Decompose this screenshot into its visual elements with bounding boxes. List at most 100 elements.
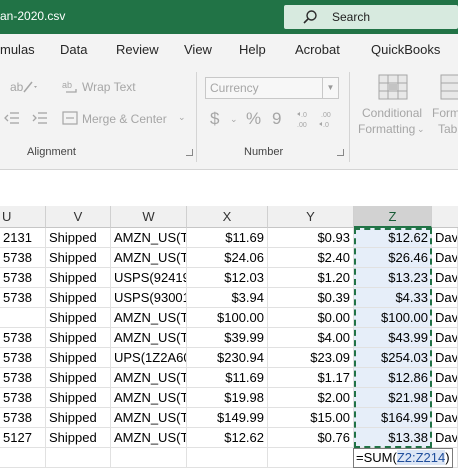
cell-v[interactable]: Shipped	[46, 288, 111, 308]
wrap-text-button[interactable]: Wrap Text	[82, 80, 136, 94]
cell-v[interactable]: Shipped	[46, 328, 111, 348]
cell-x[interactable]: $11.69	[187, 368, 268, 388]
cell-x[interactable]: $149.99	[187, 408, 268, 428]
cell-v[interactable]: Shipped	[46, 408, 111, 428]
cell-v[interactable]: Shipped	[46, 308, 111, 328]
chevron-down-icon[interactable]: ⌄	[178, 112, 186, 123]
cell-z[interactable]: $100.00	[354, 308, 432, 328]
cell-z[interactable]: $12.62	[354, 228, 432, 248]
cell-v[interactable]: Shipped	[46, 268, 111, 288]
format-as-table-button-line2[interactable]: Tab	[438, 122, 457, 136]
cell-z[interactable]: $4.33	[354, 288, 432, 308]
column-header-z[interactable]: Z	[354, 206, 432, 228]
cell-y[interactable]: $0.93	[268, 228, 354, 248]
cell-v[interactable]: Shipped	[46, 248, 111, 268]
cell-w[interactable]: UPS(1Z2A60	[111, 348, 187, 368]
cell-x[interactable]: $230.94	[187, 348, 268, 368]
cell-aa[interactable]: Dave	[432, 368, 458, 388]
cell-aa[interactable]: Dave	[432, 428, 458, 448]
cell-z[interactable]: $164.99	[354, 408, 432, 428]
cell-aa[interactable]: Dave	[432, 348, 458, 368]
cell-u[interactable]: 5738	[0, 388, 46, 408]
column-header-w[interactable]: W	[111, 206, 187, 228]
cell-u[interactable]: 5127	[0, 428, 46, 448]
tab-acrobat[interactable]: Acrobat	[295, 42, 340, 57]
cell-v[interactable]: Shipped	[46, 428, 111, 448]
cell-v[interactable]: Shipped	[46, 228, 111, 248]
cell-u[interactable]: 5738	[0, 368, 46, 388]
cell-aa[interactable]: Dave	[432, 288, 458, 308]
cell-y[interactable]: $0.00	[268, 308, 354, 328]
cell-z[interactable]: $254.03	[354, 348, 432, 368]
conditional-formatting-button-line2[interactable]: Formatting	[358, 122, 415, 136]
column-header-u[interactable]: U	[0, 206, 46, 228]
cell-x[interactable]: $12.03	[187, 268, 268, 288]
conditional-formatting-button[interactable]: Conditional	[362, 106, 422, 120]
cell-x[interactable]: $12.62	[187, 428, 268, 448]
cell-aa[interactable]: Dave	[432, 308, 458, 328]
cell-z[interactable]: $43.99	[354, 328, 432, 348]
tab-view[interactable]: View	[184, 42, 212, 57]
cell-y[interactable]: $23.09	[268, 348, 354, 368]
cell-y[interactable]: $1.20	[268, 268, 354, 288]
increase-decimal-icon[interactable]: .0 .00	[296, 109, 316, 129]
cell-x[interactable]: $11.69	[187, 228, 268, 248]
comma-style-button[interactable]: 9	[272, 109, 281, 129]
cell-w[interactable]: AMZN_US(T	[111, 388, 187, 408]
alignment-launcher-icon[interactable]	[186, 149, 193, 156]
cell-x[interactable]: $3.94	[187, 288, 268, 308]
cell-w[interactable]	[111, 448, 187, 468]
cell-y[interactable]: $0.39	[268, 288, 354, 308]
cell-aa[interactable]: Dave	[432, 268, 458, 288]
cell-y[interactable]	[268, 448, 354, 468]
cell-u[interactable]: 5738	[0, 288, 46, 308]
number-launcher-icon[interactable]	[337, 149, 344, 156]
cell-u[interactable]: 2131	[0, 228, 46, 248]
cell-w[interactable]: USPS(924199	[111, 268, 187, 288]
cell-z[interactable]: $26.46	[354, 248, 432, 268]
cell-v[interactable]: Shipped	[46, 348, 111, 368]
tab-review[interactable]: Review	[116, 42, 159, 57]
chevron-down-icon[interactable]: ⌄	[230, 114, 238, 125]
cell-z[interactable]: $13.23	[354, 268, 432, 288]
cell-aa[interactable]: Dave	[432, 328, 458, 348]
tab-quickbooks[interactable]: QuickBooks	[371, 42, 440, 57]
cell-v[interactable]: Shipped	[46, 368, 111, 388]
cell-u[interactable]: 5738	[0, 248, 46, 268]
chevron-down-icon[interactable]: ⌄	[417, 124, 425, 135]
column-header-aa[interactable]	[432, 206, 458, 228]
cell-x[interactable]: $24.06	[187, 248, 268, 268]
cell-z[interactable]: $12.86	[354, 368, 432, 388]
format-as-table-button[interactable]: Form	[432, 106, 458, 120]
column-header-y[interactable]: Y	[268, 206, 354, 228]
cell-u[interactable]: 5738	[0, 348, 46, 368]
cell-u[interactable]: 5738	[0, 328, 46, 348]
number-format-select[interactable]: Currency ▼	[205, 77, 339, 99]
cell-v[interactable]	[46, 448, 111, 468]
cell-aa[interactable]: Dave	[432, 228, 458, 248]
column-header-v[interactable]: V	[46, 206, 111, 228]
decrease-decimal-icon[interactable]: .00 .0	[318, 109, 338, 129]
cell-u[interactable]	[0, 448, 46, 468]
cell-u[interactable]	[0, 308, 46, 328]
cell-z[interactable]: $13.38	[354, 428, 432, 448]
cell-w[interactable]: AMZN_US(T	[111, 368, 187, 388]
cell-x[interactable]: $19.98	[187, 388, 268, 408]
cell-u[interactable]: 5738	[0, 268, 46, 288]
tab-help[interactable]: Help	[239, 42, 266, 57]
merge-center-button[interactable]: Merge & Center	[82, 112, 167, 126]
cell-x[interactable]: $100.00	[187, 308, 268, 328]
orientation-icon[interactable]: ab	[10, 78, 38, 96]
cell-w[interactable]: USPS(93001	[111, 288, 187, 308]
cell-aa[interactable]: Dave	[432, 408, 458, 428]
increase-indent-icon[interactable]	[32, 110, 48, 126]
percent-style-button[interactable]: %	[246, 109, 261, 129]
cell-w[interactable]: AMZN_US(T	[111, 308, 187, 328]
cell-w[interactable]: AMZN_US(T	[111, 408, 187, 428]
cell-z[interactable]: $21.98	[354, 388, 432, 408]
cell-u[interactable]: 5738	[0, 408, 46, 428]
cell-x[interactable]	[187, 448, 268, 468]
cell-aa[interactable]: Dave	[432, 248, 458, 268]
search-box[interactable]: Search	[284, 5, 458, 29]
cell-y[interactable]: $1.17	[268, 368, 354, 388]
